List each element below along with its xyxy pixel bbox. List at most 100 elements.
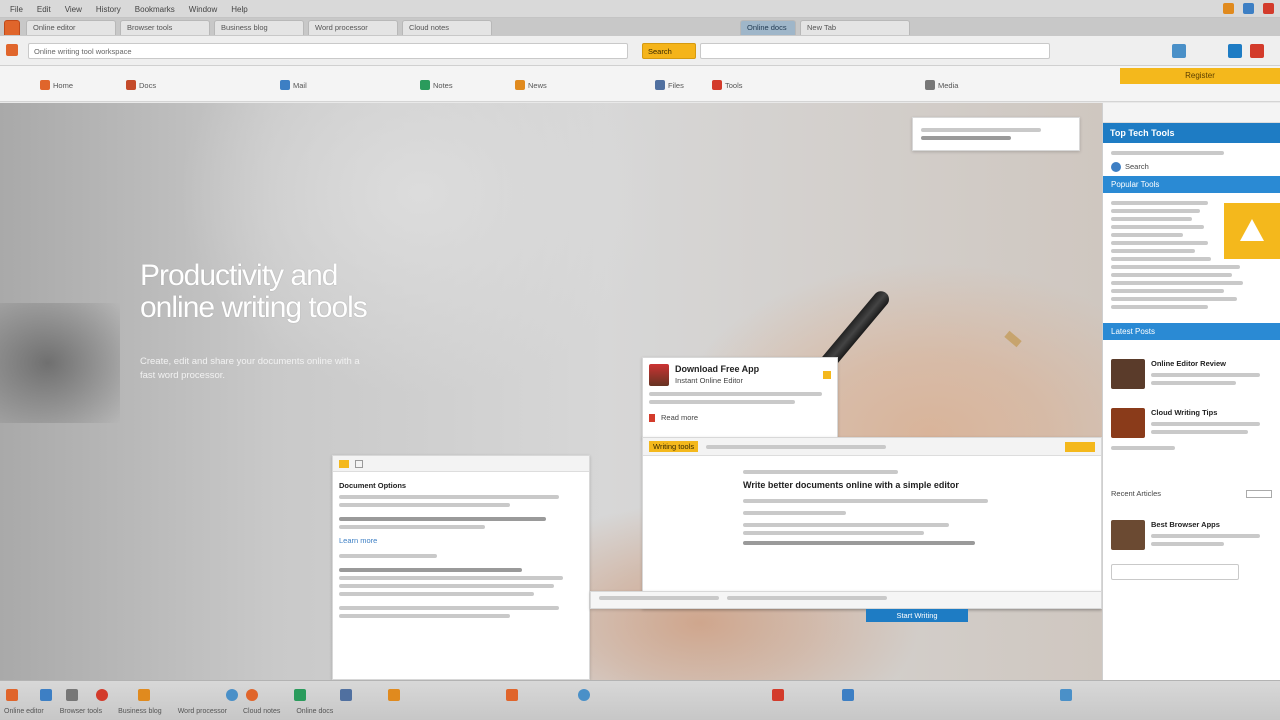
app-icon[interactable] [66, 689, 78, 701]
right-sidebar: Top Tech Tools Search Popular Tools Late… [1102, 103, 1280, 680]
menu-item-file[interactable]: File [10, 5, 23, 14]
menu-item-history[interactable]: History [96, 5, 121, 14]
browser-logo-icon[interactable] [4, 20, 20, 35]
popup-link[interactable]: Read more [661, 412, 698, 423]
document-card-left: Document Options Learn more [332, 455, 590, 680]
taskbar-label: Online docs [296, 708, 334, 715]
bookmark-icon [712, 80, 722, 90]
window-icon[interactable] [355, 459, 363, 468]
star-icon [1240, 219, 1264, 241]
bookmark-item[interactable]: Docs [126, 80, 156, 90]
post-title[interactable]: Cloud Writing Tips [1151, 407, 1272, 418]
doc-left-title: Document Options [339, 481, 407, 490]
doc-main-heading: Write better documents online with a sim… [743, 480, 959, 490]
hero-banner: Productivity and online writing tools Cr… [0, 103, 1102, 680]
register-button[interactable]: Register [1120, 68, 1280, 84]
app-icon[interactable] [294, 689, 306, 701]
app-icon[interactable] [340, 689, 352, 701]
app-icon[interactable] [388, 689, 400, 701]
address-toolbar: Online writing tool workspace Search [0, 36, 1280, 66]
app-icon[interactable] [226, 689, 238, 701]
app-icon[interactable] [138, 689, 150, 701]
tab-1[interactable]: Online editor [26, 20, 116, 35]
app-icon[interactable] [40, 689, 52, 701]
taskbar: Online editor Browser tools Business blo… [0, 680, 1280, 720]
doc-tag[interactable]: Writing tools [649, 441, 699, 452]
menu-item-view[interactable]: View [65, 5, 82, 14]
tab-2[interactable]: Browser tools [120, 20, 210, 35]
toggle-control[interactable] [1246, 489, 1272, 498]
bookmark-item[interactable]: Mail [280, 80, 307, 90]
post-title[interactable]: Online Editor Review [1151, 358, 1272, 369]
bookmark-icon [420, 80, 430, 90]
app-icon[interactable] [772, 689, 784, 701]
badge-icon [1065, 441, 1095, 452]
extension-icon[interactable] [1172, 44, 1186, 58]
pen-band [1004, 330, 1022, 348]
network-icon[interactable] [1243, 3, 1254, 14]
profile-icon[interactable] [1228, 44, 1242, 58]
tab-4[interactable]: Word processor [308, 20, 398, 35]
bookmarks-bar: Home Docs Mail Notes News Files Tools Me… [0, 66, 1280, 102]
tab-3[interactable]: Business blog [214, 20, 304, 35]
post-title[interactable]: Best Browser Apps [1151, 519, 1272, 530]
sidebar-search-label[interactable]: Search [1125, 161, 1149, 172]
promo-tile[interactable] [1224, 203, 1280, 259]
folder-icon[interactable] [339, 459, 349, 468]
taskbar-label: Word processor [177, 708, 227, 715]
bookmark-icon [280, 80, 290, 90]
bookmark-item[interactable]: News [515, 80, 547, 90]
menu-item-bookmarks[interactable]: Bookmarks [135, 5, 175, 14]
app-icon[interactable] [246, 689, 258, 701]
home-icon[interactable] [6, 44, 18, 56]
doc-footer-bar [590, 591, 1102, 609]
sidebar-section-popular: Popular Tools [1103, 176, 1280, 193]
sidebar-section-latest: Latest Posts [1103, 323, 1280, 340]
menu-icon[interactable] [1250, 44, 1264, 58]
post-thumbnail[interactable] [1111, 519, 1145, 550]
search-icon[interactable] [1111, 161, 1121, 172]
document-card-main: Writing tools Write better documents onl… [642, 437, 1102, 609]
app-icon[interactable] [506, 689, 518, 701]
bookmark-item[interactable]: Home [40, 80, 73, 90]
tab-bar: Online editor Browser tools Business blo… [0, 18, 1280, 36]
post-thumbnail[interactable] [1111, 407, 1145, 438]
post-thumbnail[interactable] [1111, 358, 1145, 389]
doc-left-link[interactable]: Learn more [339, 535, 583, 546]
url-field[interactable]: Online writing tool workspace [28, 43, 628, 59]
menu-item-edit[interactable]: Edit [37, 5, 51, 14]
start-writing-button[interactable]: Start Writing [866, 609, 968, 622]
taskbar-label: Browser tools [59, 708, 103, 715]
bookmark-icon [126, 80, 136, 90]
taskbar-label: Online editor [4, 708, 44, 715]
notification-icon[interactable] [1263, 3, 1274, 14]
app-icon[interactable] [578, 689, 590, 701]
taskbar-label: Business blog [118, 708, 162, 715]
bookmark-item[interactable]: Media [925, 80, 958, 90]
search-input[interactable] [700, 43, 1050, 59]
bookmark-icon [925, 80, 935, 90]
bookmark-item[interactable]: Notes [420, 80, 453, 90]
taskbar-labels: Online editor Browser tools Business blo… [4, 708, 333, 715]
app-popup: Download Free App Instant Online Editor … [642, 357, 838, 439]
flag-icon [649, 413, 655, 422]
app-icon[interactable] [96, 689, 108, 701]
tab-active[interactable]: Online docs [740, 20, 796, 35]
menu-item-help[interactable]: Help [231, 5, 247, 14]
bookmark-icon [655, 80, 665, 90]
menu-item-window[interactable]: Window [189, 5, 217, 14]
hero-subtitle: Create, edit and share your documents on… [140, 356, 360, 381]
sidebar-input[interactable] [1111, 564, 1239, 580]
menu-bar: File Edit View History Bookmarks Window … [0, 0, 1280, 18]
tab-new[interactable]: New Tab [800, 20, 910, 35]
app-icon[interactable] [1060, 689, 1072, 701]
app-icon[interactable] [1223, 3, 1234, 14]
app-logo-icon [649, 364, 669, 386]
bookmark-item[interactable]: Files [655, 80, 684, 90]
tab-5[interactable]: Cloud notes [402, 20, 492, 35]
bookmark-item[interactable]: Tools [712, 80, 743, 90]
taskbar-label: Cloud notes [242, 708, 281, 715]
app-icon[interactable] [842, 689, 854, 701]
highlight-field[interactable]: Search [642, 43, 696, 59]
start-icon[interactable] [6, 689, 18, 701]
